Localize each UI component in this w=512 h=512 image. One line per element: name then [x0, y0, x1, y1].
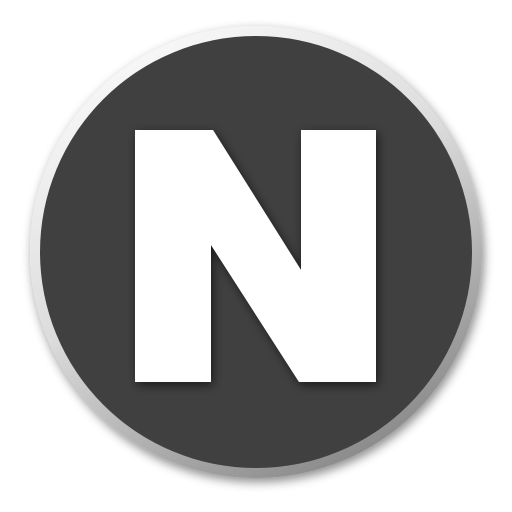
app-icon-canvas: N — [0, 0, 512, 512]
n-app-icon: N — [30, 26, 482, 478]
